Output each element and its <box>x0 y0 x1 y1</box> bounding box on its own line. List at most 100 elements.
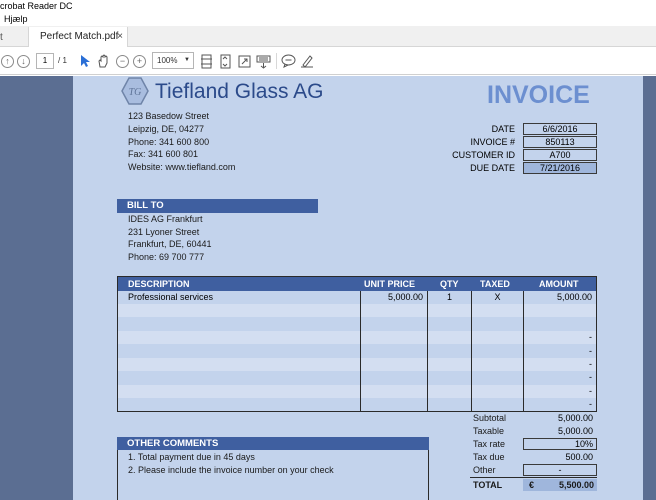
table-cell-amount: - <box>589 372 592 383</box>
table-row: - <box>118 384 596 398</box>
tab-document-label: Perfect Match.pdf <box>40 31 119 42</box>
table-row: - <box>118 344 596 358</box>
menu-help[interactable]: Hjælp <box>0 14 28 24</box>
toolbar: ↑ ↓ 1 / 1 − + 100% ▼ <box>0 47 656 75</box>
taxable-value: 5,000.00 <box>557 426 593 436</box>
fit-width-button[interactable] <box>219 53 232 69</box>
meta-value-date: 6/6/2016 <box>523 123 597 135</box>
table-cell-amount: - <box>589 399 592 410</box>
keyboard-down-icon <box>256 55 271 69</box>
table-cell-amount: 5,000.00 <box>556 292 592 302</box>
arrow-up-icon: ↑ <box>1 54 14 68</box>
col-qty: QTY <box>440 279 459 289</box>
tax-due-label: Tax due <box>473 452 505 462</box>
hand-tool-button[interactable] <box>96 53 110 69</box>
next-page-button[interactable]: ↓ <box>17 53 30 69</box>
zoom-value: 100% <box>157 56 178 65</box>
pen-icon <box>301 55 313 68</box>
other-label: Other <box>473 465 496 475</box>
highlight-button[interactable] <box>300 53 314 69</box>
full-screen-icon <box>238 55 251 67</box>
table-row: - <box>118 331 596 345</box>
bill-to-line: 231 Lyoner Street <box>128 227 200 237</box>
table-cell-qty: 1 <box>446 292 452 302</box>
bill-to-heading: BILL TO <box>117 199 318 213</box>
col-unit-price: UNIT PRICE <box>364 279 416 289</box>
company-address-line: 123 Basedow Street <box>128 111 210 121</box>
table-cell-amount: - <box>589 385 592 396</box>
hand-icon <box>98 54 108 68</box>
items-table: DESCRIPTION UNIT PRICE QTY TAXED AMOUNT … <box>117 276 597 412</box>
company-address-line: Leipzig, DE, 04277 <box>128 124 205 134</box>
tax-rate-value: 10% <box>523 438 597 450</box>
pdf-page: TG Tiefland Glass AG INVOICE 123 Basedow… <box>73 76 643 500</box>
table-row: - <box>118 398 596 412</box>
fit-page-icon <box>201 54 212 68</box>
company-logo-icon: TG <box>121 77 149 105</box>
bill-to-line: IDES AG Frankfurt <box>128 214 203 224</box>
table-cell-amount: - <box>589 345 592 356</box>
bill-to-phone: Phone: 69 700 777 <box>128 252 205 262</box>
menu-bar: Hjælp <box>0 13 656 26</box>
col-description: DESCRIPTION <box>128 279 190 289</box>
tab-bar: t Perfect Match.pdf × <box>0 26 656 47</box>
tax-due-value: 500.00 <box>565 452 593 462</box>
taxable-label: Taxable <box>473 426 505 436</box>
company-website: Website: www.tiefland.com <box>128 162 236 172</box>
meta-value-invoice: 850113 <box>523 136 597 148</box>
minus-icon: − <box>116 54 129 68</box>
items-header-row: DESCRIPTION UNIT PRICE QTY TAXED AMOUNT <box>118 277 596 291</box>
full-screen-button[interactable] <box>238 53 251 69</box>
other-value: - <box>523 464 597 476</box>
zoom-out-button[interactable]: − <box>116 53 129 69</box>
fit-width-icon <box>220 54 231 68</box>
read-mode-button[interactable] <box>256 53 271 69</box>
meta-label-customer: CUSTOMER ID <box>452 150 515 160</box>
logo-letters: TG <box>129 87 142 98</box>
tab-document[interactable]: Perfect Match.pdf × <box>28 27 128 47</box>
company-name: Tiefland Glass AG <box>155 80 324 103</box>
select-tool-button[interactable] <box>79 53 91 69</box>
comment-line: 2. Please include the invoice number on … <box>128 465 334 475</box>
tax-rate-label: Tax rate <box>473 439 506 449</box>
table-cell-desc: Professional services <box>128 292 214 302</box>
close-tab-icon[interactable]: × <box>117 27 123 46</box>
prev-page-button[interactable]: ↑ <box>1 53 14 69</box>
table-cell-taxed: X <box>494 292 501 302</box>
currency-symbol: € <box>529 480 535 490</box>
comments-heading: OTHER COMMENTS <box>117 437 429 450</box>
col-amount: AMOUNT <box>539 279 579 289</box>
fit-page-button[interactable] <box>200 53 213 69</box>
table-cell-amount: - <box>589 332 592 343</box>
tab-tools-stub[interactable]: t <box>0 29 12 47</box>
table-row: - <box>118 358 596 371</box>
subtotal-label: Subtotal <box>473 413 507 423</box>
table-cell-amount: - <box>589 359 592 369</box>
comment-button[interactable] <box>281 53 296 69</box>
zoom-select[interactable]: 100% ▼ <box>152 52 194 69</box>
invoice-title: INVOICE <box>487 81 590 109</box>
total-value: 5,500.00 <box>558 480 594 490</box>
page-total: / 1 <box>58 56 67 65</box>
table-row: Professional services 5,000.00 1 X 5,000.00 <box>118 291 596 304</box>
invoice-sheet: TG Tiefland Glass AG INVOICE 123 Basedow… <box>73 76 643 500</box>
document-viewport[interactable]: TG Tiefland Glass AG INVOICE 123 Basedow… <box>0 76 656 500</box>
meta-value-due: 7/21/2016 <box>523 162 597 174</box>
comment-line: 1. Total payment due in 45 days <box>128 452 255 462</box>
table-row <box>118 317 596 331</box>
table-row <box>118 304 596 318</box>
zoom-in-button[interactable]: + <box>133 53 146 69</box>
comment-icon <box>281 54 296 68</box>
arrow-down-icon: ↓ <box>17 54 30 68</box>
company-phone: Phone: 341 600 800 <box>128 137 210 147</box>
table-row: - <box>118 371 596 385</box>
total-label: TOTAL <box>473 480 503 490</box>
window-title: crobat Reader DC <box>0 0 656 13</box>
meta-label-date: DATE <box>491 124 515 134</box>
meta-label-invoice: INVOICE # <box>470 137 515 147</box>
page-number-input[interactable]: 1 <box>36 53 54 69</box>
company-fax: Fax: 341 600 801 <box>128 149 199 159</box>
cursor-arrow-icon <box>81 55 90 67</box>
subtotal-value: 5,000.00 <box>557 413 593 423</box>
total-box: € 5,500.00 <box>523 479 597 491</box>
